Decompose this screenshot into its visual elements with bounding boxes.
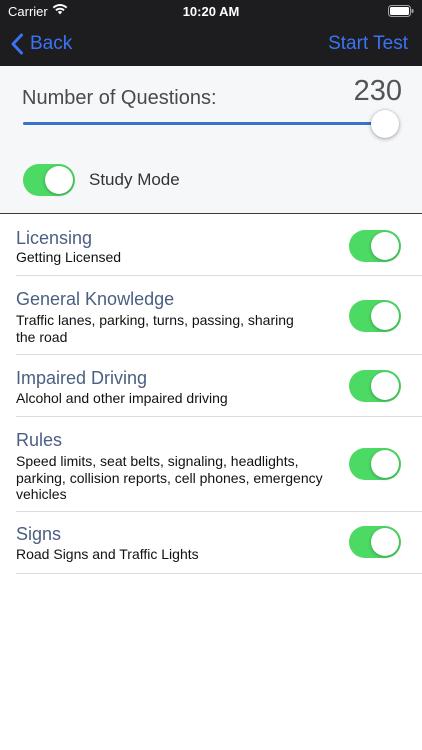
slider-thumb[interactable] — [371, 110, 399, 138]
rules-toggle[interactable] — [349, 448, 401, 480]
questions-count: 230 — [353, 75, 402, 107]
toggle-knob — [371, 372, 399, 400]
status-bar: Carrier 10:20 AM — [0, 0, 422, 22]
test-settings-panel: Number of Questions: 230 Study Mode — [0, 66, 422, 214]
item-subtitle: Getting Licensed — [16, 249, 122, 265]
item-subtitle: Road Signs and Traffic Lights — [16, 546, 199, 562]
back-button-label: Back — [30, 33, 73, 54]
back-button[interactable]: Back — [10, 30, 72, 58]
item-title: Signs — [16, 524, 62, 544]
general-knowledge-toggle[interactable] — [349, 300, 401, 332]
item-subtitle: Traffic lanes, parking, turns, passing, … — [16, 312, 294, 345]
chevron-left-icon — [11, 33, 23, 55]
divider — [16, 573, 422, 574]
list-item-licensing[interactable]: Licensing Getting Licensed — [0, 214, 422, 276]
questions-label: Number of Questions: — [22, 87, 217, 109]
item-title: General Knowledge — [16, 289, 175, 309]
study-mode-label: Study Mode — [89, 170, 180, 189]
study-mode-toggle[interactable] — [23, 164, 75, 196]
item-subtitle: Speed limits, seat belts, signaling, hea… — [16, 453, 323, 502]
item-subtitle: Alcohol and other impaired driving — [16, 390, 228, 406]
toggle-knob — [371, 528, 399, 556]
toggle-knob — [371, 302, 399, 330]
impaired-driving-toggle[interactable] — [349, 370, 401, 402]
toggle-knob — [45, 166, 73, 194]
list-item-signs[interactable]: Signs Road Signs and Traffic Lights — [0, 512, 422, 574]
question-count-slider[interactable] — [23, 110, 399, 138]
item-title: Impaired Driving — [16, 368, 148, 388]
toggle-knob — [371, 450, 399, 478]
study-mode-row: Study Mode — [23, 164, 180, 196]
clock: 10:20 AM — [182, 4, 240, 19]
top-bar: Carrier 10:20 AM Back Start Test — [0, 0, 422, 66]
slider-fill — [23, 122, 385, 125]
list-item-general-knowledge[interactable]: General Knowledge Traffic lanes, parking… — [0, 276, 422, 355]
licensing-toggle[interactable] — [349, 230, 401, 262]
toggle-knob — [371, 232, 399, 260]
nav-bar: Back Start Test — [0, 22, 422, 66]
item-title: Licensing — [16, 228, 93, 248]
list-item-rules[interactable]: Rules Speed limits, seat belts, signalin… — [0, 417, 422, 512]
item-title: Rules — [16, 430, 63, 450]
start-test-button[interactable]: Start Test — [328, 33, 408, 55]
list-item-impaired-driving[interactable]: Impaired Driving Alcohol and other impai… — [0, 355, 422, 417]
battery-icon — [388, 5, 414, 17]
signs-toggle[interactable] — [349, 526, 401, 558]
